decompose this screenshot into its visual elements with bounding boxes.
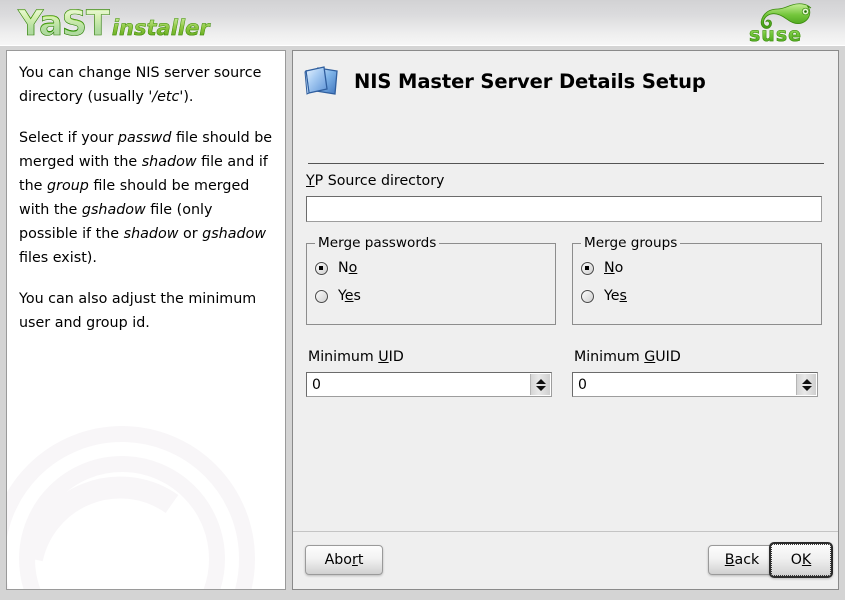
help-panel: You can change NIS server source directo… — [6, 50, 286, 590]
spin-down-icon[interactable] — [536, 386, 546, 391]
spin-up-icon[interactable] — [802, 379, 812, 384]
merge-options-row: Merge passwords No Yes Merge groups No — [293, 243, 838, 325]
merge-passwords-yes-label: Yes — [338, 288, 361, 304]
installer-logo-text: installer — [112, 16, 210, 40]
page-title: NIS Master Server Details Setup — [354, 70, 706, 93]
ok-button-focus-ring: OK — [771, 544, 831, 576]
dialog-button-bar: Abort Back OK — [293, 531, 838, 589]
ok-button-label: OK — [791, 552, 811, 568]
merge-passwords-group: Merge passwords No Yes — [306, 243, 556, 325]
geeko-watermark — [6, 409, 272, 590]
yp-source-label-acc: Y — [306, 173, 315, 189]
spin-up-icon[interactable] — [536, 379, 546, 384]
abort-button-label: Abort — [325, 552, 364, 568]
merge-passwords-legend: Merge passwords — [315, 235, 439, 251]
suse-logo: suse — [743, 2, 833, 46]
form-area: YP Source directory Merge passwords No Y… — [293, 173, 838, 397]
minimum-uid-label: Minimum UID — [306, 349, 556, 365]
merge-passwords-option-yes[interactable]: Yes — [315, 282, 555, 310]
yast-logo-text: YaST — [18, 4, 109, 44]
minimum-uid-spin-buttons[interactable] — [530, 374, 550, 395]
spin-down-icon[interactable] — [802, 386, 812, 391]
merge-groups-option-yes[interactable]: Yes — [581, 282, 821, 310]
yp-source-label-post: P Source directory — [315, 173, 445, 189]
books-icon — [302, 61, 342, 101]
merge-passwords-option-no[interactable]: No — [315, 254, 555, 282]
minimum-guid-input[interactable] — [578, 374, 794, 395]
minimum-guid-spinner[interactable] — [572, 372, 818, 397]
merge-passwords-no-label: No — [338, 260, 357, 276]
merge-groups-no-label: No — [604, 260, 623, 276]
radio-icon[interactable] — [315, 290, 328, 303]
help-text: You can change NIS server source directo… — [7, 51, 285, 335]
yast-logo: YaST installer — [18, 4, 210, 44]
help-paragraph: You can also adjust the minimum user and… — [19, 287, 273, 335]
minimum-guid-col: Minimum GUID — [572, 349, 822, 397]
back-button-label: Back — [725, 552, 759, 568]
minimum-uid-input[interactable] — [312, 374, 528, 395]
merge-groups-yes-label: Yes — [604, 288, 627, 304]
ok-button[interactable]: OK — [769, 542, 833, 578]
minimum-uid-col: Minimum UID — [306, 349, 556, 397]
button-bar-divider — [293, 531, 838, 532]
radio-icon[interactable] — [581, 290, 594, 303]
dialog-title-row: NIS Master Server Details Setup — [293, 51, 838, 111]
minimum-id-row: Minimum UID Minimum GUID — [293, 349, 838, 397]
merge-groups-option-no[interactable]: No — [581, 254, 821, 282]
merge-groups-group: Merge groups No Yes — [572, 243, 822, 325]
radio-icon[interactable] — [315, 262, 328, 275]
yp-source-directory-input[interactable] — [306, 196, 822, 222]
yast-installer-window: YaST installer suse — [0, 0, 845, 600]
dialog-panel: NIS Master Server Details Setup YP Sourc… — [292, 50, 839, 590]
app-header: YaST installer suse — [0, 0, 845, 46]
minimum-guid-label: Minimum GUID — [572, 349, 822, 365]
merge-groups-legend: Merge groups — [581, 235, 680, 251]
minimum-guid-spin-buttons[interactable] — [796, 374, 816, 395]
yp-source-label: YP Source directory — [293, 173, 838, 189]
help-paragraph: You can change NIS server source directo… — [19, 61, 273, 109]
help-paragraph: Select if your passwd file should be mer… — [19, 126, 273, 270]
minimum-uid-spinner[interactable] — [306, 372, 552, 397]
title-divider — [308, 163, 824, 164]
radio-icon[interactable] — [581, 262, 594, 275]
abort-button[interactable]: Abort — [305, 545, 383, 575]
back-button[interactable]: Back — [708, 545, 776, 575]
suse-logo-text: suse — [749, 24, 802, 46]
